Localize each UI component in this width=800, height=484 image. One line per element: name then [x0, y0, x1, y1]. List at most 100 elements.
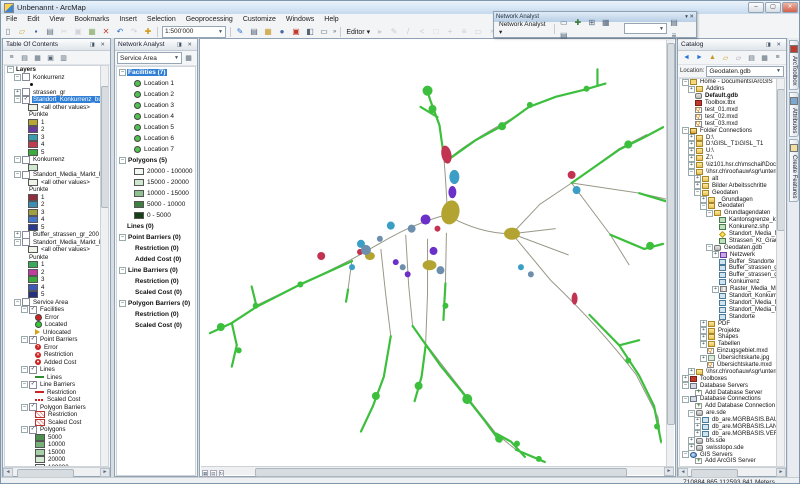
- catalog-tree-row[interactable]: Buffer_strassen_gr_100: [680, 265, 784, 272]
- edit-arrow-icon[interactable]: ▸: [373, 25, 387, 38]
- toc-tree-row[interactable]: 3: [5, 276, 108, 284]
- toc-tree-row[interactable]: [5, 81, 108, 89]
- catalog-options-icon[interactable]: ≡: [771, 52, 784, 64]
- catalog-tree-row[interactable]: +Z:\: [680, 155, 784, 162]
- toc-tree-row[interactable]: –Konkurrenz: [5, 156, 108, 164]
- na-tree-row[interactable]: Scaled Cost (0): [117, 287, 195, 298]
- catalog-tree-row[interactable]: test_02.mxd: [680, 113, 784, 120]
- toc-tree-row[interactable]: 2: [5, 269, 108, 277]
- toc-tree-row[interactable]: Restriction: [5, 411, 108, 419]
- scroll-right-icon[interactable]: ►: [664, 467, 674, 476]
- toc-tree-row[interactable]: 1: [5, 194, 108, 202]
- list-by-selection-icon[interactable]: ▣: [44, 52, 57, 64]
- network-analyst-toolbar[interactable]: Network Analyst ▾ ✕ Network Analyst ▾ ▭✚…: [493, 11, 697, 38]
- toc-tree-row[interactable]: ✕Restriction: [5, 351, 108, 359]
- toc-tree-row[interactable]: +Buffer_strassen_gr_200: [5, 231, 108, 239]
- up-one-level-icon[interactable]: ▲: [706, 52, 719, 64]
- toc-tree-row[interactable]: <all other values>: [5, 179, 108, 187]
- arctoolbox-window-icon[interactable]: ▣: [289, 25, 303, 38]
- toc-tree-row[interactable]: 4: [5, 216, 108, 224]
- collapse-icon[interactable]: –: [21, 366, 28, 373]
- contents-view-icon[interactable]: ▤: [745, 52, 758, 64]
- collapse-icon[interactable]: –: [119, 300, 126, 307]
- catalog-tree-row[interactable]: +Projekte: [680, 327, 784, 334]
- na-panel-header[interactable]: Network Analyst ◨ ✕: [115, 39, 197, 51]
- catalog-tree-row[interactable]: +\\hsr.ch\root\auw\sgr\unterricht\Studer: [680, 368, 784, 375]
- map-scale-combo[interactable]: 1:500'000 ▼: [162, 26, 226, 38]
- catalog-tree-row[interactable]: +db_are.MGRBASIS.VERKEHRUNDSIED: [680, 430, 784, 437]
- toc-tree-row[interactable]: Error: [5, 314, 108, 322]
- toc-tree-row[interactable]: 15000: [5, 449, 108, 457]
- toc-tree-row[interactable]: +strassen_gr: [5, 89, 108, 97]
- editor-menu-button[interactable]: Editor ▾: [343, 28, 373, 36]
- scroll-right-icon[interactable]: ►: [776, 468, 786, 477]
- network-analyst-menu-button[interactable]: Network Analyst ▾: [496, 21, 552, 36]
- pin-and-close-icons[interactable]: ◨ ✕: [90, 42, 107, 48]
- catalog-tree-row[interactable]: +U:\: [680, 148, 784, 155]
- attributes-tool-icon[interactable]: ▭: [471, 25, 485, 38]
- undo-icon[interactable]: ↶: [113, 25, 127, 38]
- toc-tree-row[interactable]: [5, 164, 108, 172]
- catalog-tree-row[interactable]: –Geodaten: [680, 189, 784, 196]
- toc-tree-row[interactable]: –✓Polygon Barriers: [5, 404, 108, 412]
- collapse-icon[interactable]: –: [21, 404, 28, 411]
- expand-icon[interactable]: +: [14, 231, 21, 238]
- toc-tree-row[interactable]: 1: [5, 119, 108, 127]
- location-combo[interactable]: Geodaten.gdb ▼: [706, 66, 784, 77]
- collapse-icon[interactable]: –: [14, 239, 21, 246]
- back-icon[interactable]: ◄: [680, 52, 693, 64]
- minimize-button[interactable]: –: [748, 2, 764, 13]
- catalog-tree-row[interactable]: Standort_Media_Markt_bu: [680, 300, 784, 307]
- visibility-checkbox[interactable]: [22, 73, 30, 81]
- catalog-tree-row[interactable]: +\\iz101.hsr.ch\mschaif\Documents\ArcGI: [680, 162, 784, 169]
- toc-tree-row[interactable]: Punkte: [5, 186, 108, 194]
- copy-icon[interactable]: ▣: [71, 25, 85, 38]
- toc-tree-row[interactable]: –Layers: [5, 66, 108, 74]
- map-horizontal-scrollbar[interactable]: [225, 468, 664, 475]
- menu-geoprocessing[interactable]: Geoprocessing: [181, 16, 238, 23]
- na-tree-row[interactable]: 10000 - 15000: [117, 188, 195, 199]
- expand-icon[interactable]: +: [712, 251, 719, 258]
- model-builder-icon[interactable]: ◧: [303, 25, 317, 38]
- toc-tree-row[interactable]: 2: [5, 201, 108, 209]
- na-tree-row[interactable]: Location 5: [117, 122, 195, 133]
- toc-tree-row[interactable]: –Standort_Media_Markt_buffer_strasse: [5, 239, 108, 247]
- collapse-icon[interactable]: –: [119, 157, 126, 164]
- na-tree-row[interactable]: –Polygons (5): [117, 155, 195, 166]
- tab-attributes[interactable]: Attributes: [789, 92, 799, 137]
- na-tree-row[interactable]: Location 1: [117, 78, 195, 89]
- scroll-left-icon[interactable]: ◄: [678, 468, 688, 477]
- paste-icon[interactable]: ▦: [85, 25, 99, 38]
- catalog-tree-row[interactable]: Add ArcGIS Server: [680, 458, 784, 465]
- toc-horizontal-scrollbar[interactable]: ◄ ►: [3, 467, 110, 476]
- tab-arctoolbox[interactable]: ArcToolbox: [789, 40, 799, 90]
- catalog-tree-row[interactable]: +alt: [680, 175, 784, 182]
- collapse-icon[interactable]: –: [682, 451, 689, 458]
- collapse-icon[interactable]: –: [14, 171, 21, 178]
- collapse-icon[interactable]: –: [14, 96, 21, 103]
- menu-windows[interactable]: Windows: [281, 16, 319, 23]
- map-canvas[interactable]: [201, 40, 667, 467]
- network-analyst-window-toggle-icon[interactable]: ▭: [557, 16, 571, 29]
- catalog-tree-row[interactable]: –are.sde: [680, 410, 784, 417]
- collapse-icon[interactable]: –: [119, 267, 126, 274]
- catalog-tree-row[interactable]: +_Grundlagen: [680, 196, 784, 203]
- catalog-panel-header[interactable]: Catalog ◨ ✕: [678, 39, 786, 51]
- catalog-tree-row[interactable]: Standort_Konkurrenz_buff: [680, 293, 784, 300]
- na-tree-row[interactable]: 5000 - 10000: [117, 199, 195, 210]
- toc-tree-row[interactable]: Scaled Cost: [5, 396, 108, 404]
- catalog-tree-row[interactable]: Einzugsgebiet.mxd: [680, 348, 784, 355]
- toolbar-overflow-icon[interactable]: »: [331, 29, 338, 35]
- catalog-tree-row[interactable]: test_01.mxd: [680, 107, 784, 114]
- straight-segment-icon[interactable]: /: [401, 25, 415, 38]
- pin-and-close-icons[interactable]: ◨ ✕: [177, 42, 194, 48]
- data-view-button[interactable]: ▦: [202, 470, 208, 477]
- expand-icon[interactable]: +: [712, 286, 719, 293]
- visibility-checkbox[interactable]: ✓: [22, 96, 30, 104]
- collapse-icon[interactable]: –: [14, 299, 21, 306]
- disconnect-from-folder-icon[interactable]: ▱: [732, 52, 745, 64]
- catalog-window-icon[interactable]: ▦: [261, 25, 275, 38]
- catalog-tree-row[interactable]: +Tabellen: [680, 341, 784, 348]
- tab-create-features[interactable]: Create Features: [789, 139, 799, 202]
- collapse-icon[interactable]: –: [21, 306, 28, 313]
